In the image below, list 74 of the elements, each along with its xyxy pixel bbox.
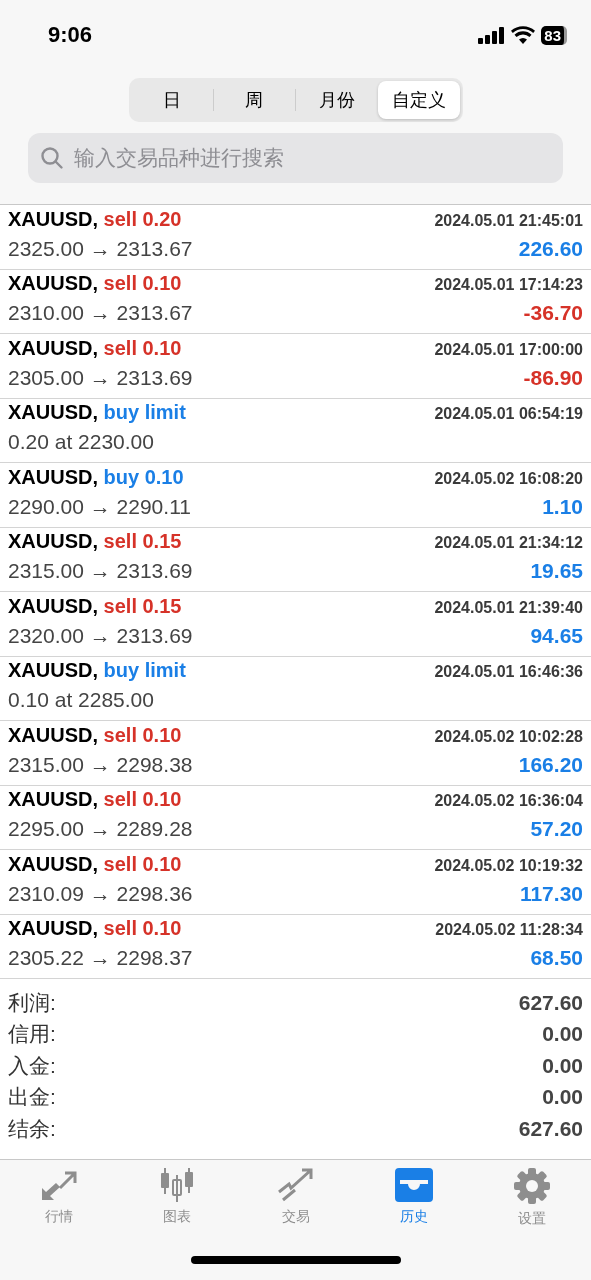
trade-title: XAUUSD, sell 0.10 [8, 917, 182, 941]
trade-title: XAUUSD, sell 0.10 [8, 336, 182, 360]
trade-profit: 57.20 [530, 817, 583, 842]
trade-time: 2024.05.02 16:36:04 [434, 792, 583, 811]
tab-bar-item[interactable]: 行情 [0, 1168, 119, 1240]
period-tab[interactable]: 日 [131, 81, 213, 119]
trade-profit: -36.70 [523, 301, 583, 326]
trade-prices: 0.20 at 2230.00 [8, 430, 154, 455]
wifi-icon [511, 26, 536, 44]
trade-profit: 94.65 [530, 623, 583, 648]
trade-time: 2024.05.02 10:02:28 [434, 727, 583, 746]
tab-bar-item[interactable]: 图表 [118, 1168, 237, 1240]
trade-prices: 2305.22 → 2298.37 [8, 946, 193, 971]
summary-value: 627.60 [518, 990, 583, 1015]
trade-prices: 2310.09 → 2298.36 [8, 881, 193, 906]
summary-value: 627.60 [518, 1116, 583, 1141]
trade-time: 2024.05.02 11:28:34 [435, 921, 583, 940]
trend-arrow-icon [276, 1168, 315, 1202]
tab-bar-item[interactable]: 设置 [472, 1168, 591, 1240]
trade-prices: 2290.00 → 2290.11 [8, 494, 191, 519]
status-time: 9:06 [48, 22, 93, 48]
trade-time: 2024.05.01 17:00:00 [434, 340, 583, 359]
trade-time: 2024.05.01 16:46:36 [434, 663, 583, 682]
trade-title: XAUUSD, sell 0.10 [8, 788, 182, 812]
trade-title: XAUUSD, sell 0.15 [8, 530, 182, 554]
trade-time: 2024.05.01 21:45:01 [434, 211, 583, 230]
trade-time: 2024.05.02 16:08:20 [434, 469, 583, 488]
search-icon [40, 146, 64, 170]
trade-title: XAUUSD, buy 0.10 [8, 465, 184, 489]
trade-prices: 2310.00 → 2313.67 [8, 301, 193, 326]
trade-profit: 68.50 [530, 946, 583, 971]
trade-time: 2024.05.01 21:34:12 [434, 534, 583, 553]
trade-prices: 2325.00 → 2313.67 [8, 236, 193, 261]
trade-title: XAUUSD, sell 0.10 [8, 852, 182, 876]
trade-prices: 2295.00 → 2289.28 [8, 817, 193, 842]
summary-value: 0.00 [542, 1022, 583, 1047]
trade-prices: 2315.00 → 2313.69 [8, 559, 193, 584]
summary-label: 结余: [8, 1115, 56, 1142]
summary-label: 入金: [8, 1052, 56, 1079]
trade-time: 2024.05.02 10:19:32 [434, 856, 583, 875]
trade-prices: 2315.00 → 2298.38 [8, 752, 193, 777]
settings-icon [513, 1168, 550, 1204]
summary-label: 信用: [8, 1021, 56, 1048]
trade-title: XAUUSD, sell 0.10 [8, 723, 182, 747]
trade-title: XAUUSD, sell 0.15 [8, 594, 182, 618]
period-tab[interactable]: 自定义 [378, 81, 460, 119]
trade-title: XAUUSD, buy limit [8, 659, 186, 683]
trade-prices: 2320.00 → 2313.69 [8, 623, 193, 648]
summary-label: 利润: [8, 989, 56, 1016]
trade-title: XAUUSD, sell 0.10 [8, 272, 182, 296]
trade-time: 2024.05.01 21:39:40 [434, 598, 583, 617]
trade-time: 2024.05.01 17:14:23 [434, 276, 583, 295]
trade-title: XAUUSD, buy limit [8, 401, 186, 425]
tab-bar-item[interactable]: 历史 [354, 1168, 473, 1240]
trade-title: XAUUSD, sell 0.20 [8, 207, 182, 231]
trade-profit: 166.20 [518, 752, 583, 777]
trade-prices: 2305.00 → 2313.69 [8, 365, 193, 390]
search-field[interactable]: 输入交易品种进行搜索 [28, 133, 563, 183]
tab-bar-item[interactable]: 交易 [236, 1168, 355, 1240]
trade-profit: 1.10 [542, 494, 583, 519]
inbox-tray-icon [394, 1168, 433, 1202]
period-tab[interactable]: 月份 [296, 81, 378, 119]
trade-prices: 0.10 at 2285.00 [8, 688, 154, 713]
signal-icon [478, 26, 506, 44]
period-tab[interactable]: 周 [213, 81, 295, 119]
trade-profit: -86.90 [523, 365, 583, 390]
summary-label: 出金: [8, 1084, 56, 1111]
trade-profit: 19.65 [530, 559, 583, 584]
summary-value: 0.00 [542, 1053, 583, 1078]
trade-time: 2024.05.01 06:54:19 [434, 405, 583, 424]
trade-profit: 117.30 [519, 881, 583, 906]
summary-value: 0.00 [542, 1085, 583, 1110]
trade-profit: 226.60 [518, 236, 583, 261]
battery-level: 83 [541, 25, 567, 45]
